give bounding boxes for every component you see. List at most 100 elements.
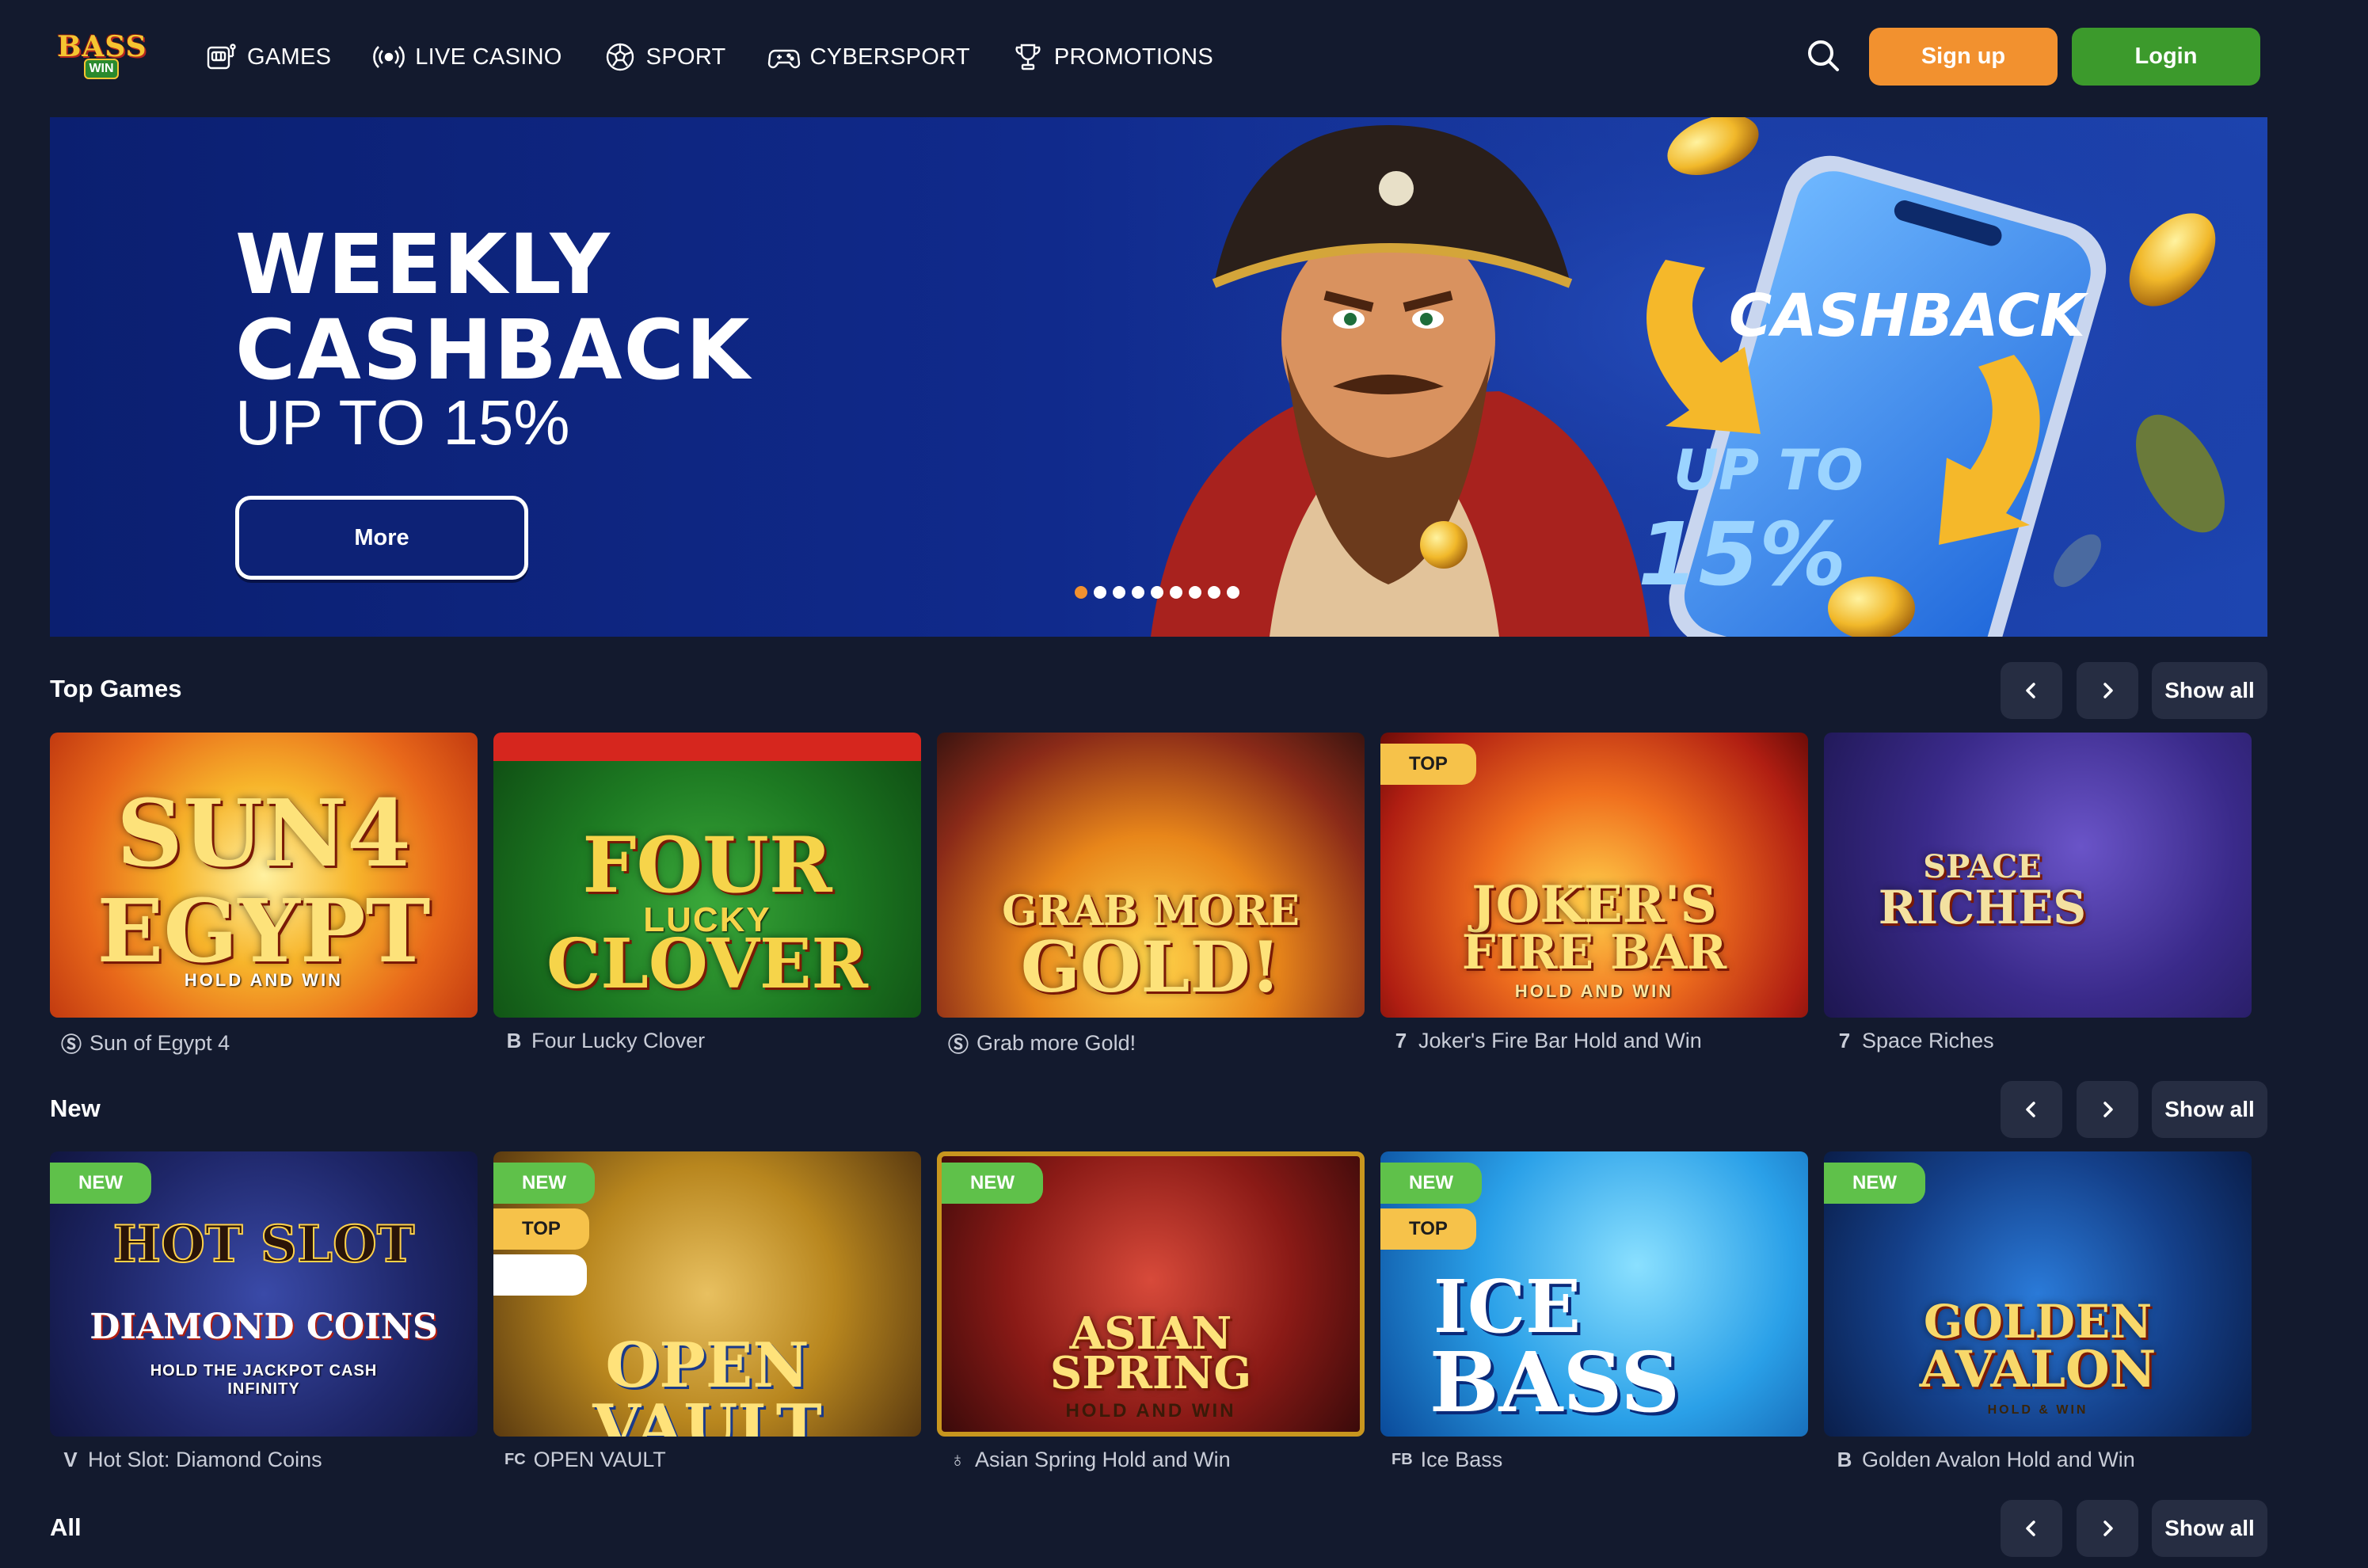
thumb-subtitle: HOLD AND WIN	[1514, 981, 1674, 1001]
all-next-button[interactable]	[2077, 1500, 2138, 1557]
all-prev-button[interactable]	[2001, 1500, 2062, 1557]
thumb-title-line1: SUN4	[116, 780, 411, 888]
provider-icon: B	[506, 1029, 522, 1052]
signup-button[interactable]: Sign up	[1869, 28, 2058, 86]
more-button[interactable]: More	[235, 496, 528, 580]
game-label: B Golden Avalon Hold and Win	[1835, 1448, 2135, 1472]
thumb-title-line2: BASS	[1429, 1334, 1681, 1431]
game-card-space-riches[interactable]: SPACE RICHES 7 Space Riches	[1824, 733, 2252, 1052]
svg-text:15%: 15%	[1638, 504, 1846, 605]
broadcast-icon	[373, 46, 405, 68]
chevron-right-icon	[2103, 683, 2113, 698]
provider-icon: 7	[1395, 1029, 1407, 1052]
top-games-row: SUN4 EGYPT HOLD AND WIN Ⓢ Sun of Egypt 4…	[50, 733, 2267, 1056]
carousel-dot[interactable]	[1094, 586, 1106, 599]
nav-promotions[interactable]: PROMOTIONS	[1011, 35, 1213, 79]
game-card-hot-slot-diamond-coins[interactable]: NEW HOT SLOT DIAMOND COINS HOLD THE JACK…	[50, 1151, 478, 1471]
soccer-ball-icon	[606, 43, 634, 71]
top-games-show-all-button[interactable]: Show all	[2152, 662, 2267, 719]
carousel-dot[interactable]	[1208, 586, 1220, 599]
provider-icon: 7	[1838, 1029, 1851, 1052]
banner-title-line1: WEEKLY	[235, 216, 611, 313]
game-card-four-lucky-clover[interactable]: FOUR LUCKY CLOVER B Four Lucky Clover	[493, 733, 921, 1052]
carousel-dot[interactable]	[1227, 586, 1239, 599]
top-games-prev-button[interactable]	[2001, 662, 2062, 719]
game-thumbnail: TOP JOKER'S FIRE BAR HOLD AND WIN	[1380, 733, 1808, 1018]
nav-cybersport[interactable]: CYBERSPORT	[767, 35, 970, 79]
new-badge: NEW	[50, 1163, 151, 1204]
banner-title: WEEKLY CASHBACK	[235, 222, 837, 393]
bass-win-logo[interactable]: BASS WIN	[57, 30, 147, 82]
new-badge: NEW	[1380, 1163, 1482, 1204]
section-title-new: New	[50, 1094, 101, 1122]
gamepad-icon	[767, 49, 800, 69]
top-games-next-button[interactable]	[2077, 662, 2138, 719]
game-name: Asian Spring Hold and Win	[975, 1448, 1231, 1471]
thumb-title-line1: GOLDEN	[1923, 1295, 2153, 1349]
carousel-dot[interactable]	[1113, 586, 1125, 599]
thumb-subtitle: HOLD THE JACKPOT CASH INFINITY	[150, 1362, 378, 1398]
slot-machine-icon	[207, 44, 236, 70]
game-label: B Four Lucky Clover	[504, 1029, 705, 1053]
chevron-left-icon	[2026, 1520, 2035, 1536]
logo-subtext: WIN	[84, 59, 119, 79]
nav-sport-label: SPORT	[645, 44, 726, 70]
thumb-subtitle: HOLD & WIN	[1987, 1403, 2088, 1417]
game-name: Golden Avalon Hold and Win	[1862, 1448, 2135, 1471]
top-badge: TOP	[1380, 744, 1476, 785]
nav-live-casino[interactable]: LIVE CASINO	[372, 35, 562, 79]
nav-sport[interactable]: SPORT	[603, 35, 726, 79]
provider-icon: FC	[504, 1451, 526, 1468]
thumb-title-line2: DIAMOND COINS	[89, 1307, 438, 1347]
game-label: Ⓢ Grab more Gold!	[948, 1029, 1136, 1058]
game-card-jokers-fire-bar[interactable]: TOP JOKER'S FIRE BAR HOLD AND WIN 7 Joke…	[1380, 733, 1808, 1052]
carousel-dot[interactable]	[1075, 586, 1087, 599]
nav-games[interactable]: GAMES	[204, 35, 331, 79]
top-badge: TOP	[1380, 1208, 1476, 1250]
game-name: OPEN VAULT	[533, 1448, 666, 1471]
new-next-button[interactable]	[2077, 1081, 2138, 1138]
thumb-title-line1: SPACE	[1923, 848, 2042, 885]
thumb-title-line2: GOLD!	[1020, 926, 1281, 1008]
nav-games-label: GAMES	[247, 44, 332, 70]
nav-cybersport-label: CYBERSPORT	[809, 44, 970, 70]
game-card-golden-avalon[interactable]: NEW GOLDEN AVALON HOLD & WIN B Golden Av…	[1824, 1151, 2252, 1471]
carousel-dot[interactable]	[1151, 586, 1163, 599]
banner-subtitle: UP TO 15%	[235, 387, 570, 458]
thumb-title-line2: SPRING	[1049, 1347, 1252, 1399]
carousel-dots	[1075, 586, 1239, 599]
game-card-ice-bass[interactable]: NEW TOP ICE BASS FB Ice Bass	[1380, 1151, 1808, 1471]
nav-live-casino-label: LIVE CASINO	[415, 44, 562, 70]
game-name: Sun of Egypt 4	[89, 1031, 230, 1055]
carousel-dot[interactable]	[1189, 586, 1201, 599]
all-show-all-button[interactable]: Show all	[2152, 1500, 2267, 1557]
new-prev-button[interactable]	[2001, 1081, 2062, 1138]
game-thumbnail: SPACE RICHES	[1824, 733, 2252, 1018]
new-badge: NEW	[493, 1163, 595, 1204]
main-nav: GAMES LIVE CASINO SPORT CYBERSPORT PROMO…	[204, 35, 1213, 79]
thumb-title-line2: CLOVER	[546, 924, 869, 1004]
game-label: FC OPEN VAULT	[504, 1448, 666, 1472]
promo-banner[interactable]: CASHBACK UP TO 15% WEEKLY CASHBACK UP TO…	[50, 117, 2267, 637]
game-thumbnail: NEW HOT SLOT DIAMOND COINS HOLD THE JACK…	[50, 1151, 478, 1437]
new-badge: NEW	[1824, 1163, 1925, 1204]
chevron-left-icon	[2026, 1102, 2035, 1117]
svg-text:UP TO: UP TO	[1673, 438, 1864, 503]
game-card-sun-of-egypt-4[interactable]: SUN4 EGYPT HOLD AND WIN Ⓢ Sun of Egypt 4	[50, 733, 478, 1056]
game-name: Grab more Gold!	[977, 1031, 1136, 1055]
thumb-title-line2: OPEN VAULT	[592, 1330, 822, 1437]
new-show-all-button[interactable]: Show all	[2152, 1081, 2267, 1138]
game-card-grab-more-gold[interactable]: GRAB MORE GOLD! Ⓢ Grab more Gold!	[937, 733, 1365, 1056]
login-button[interactable]: Login	[2072, 28, 2260, 86]
search-icon[interactable]	[1804, 36, 1842, 74]
game-thumbnail: FOUR LUCKY CLOVER	[493, 733, 921, 1018]
game-card-asian-spring[interactable]: NEW ASIAN SPRING HOLD AND WIN ♁ Asian Sp…	[937, 1151, 1365, 1471]
thumb-title-line2: FIRE BAR	[1461, 925, 1727, 980]
game-thumbnail: NEW GOLDEN AVALON HOLD & WIN	[1824, 1151, 2252, 1437]
thumb-title-line1: ICE	[1433, 1264, 1582, 1349]
carousel-dot[interactable]	[1132, 586, 1144, 599]
game-card-open-vault[interactable]: NEW TOP OPEN VAULT FC OPEN VAULT	[493, 1151, 921, 1471]
provider-icon: B	[1837, 1448, 1852, 1471]
carousel-dot[interactable]	[1170, 586, 1182, 599]
game-thumbnail: SUN4 EGYPT HOLD AND WIN	[50, 733, 478, 1018]
